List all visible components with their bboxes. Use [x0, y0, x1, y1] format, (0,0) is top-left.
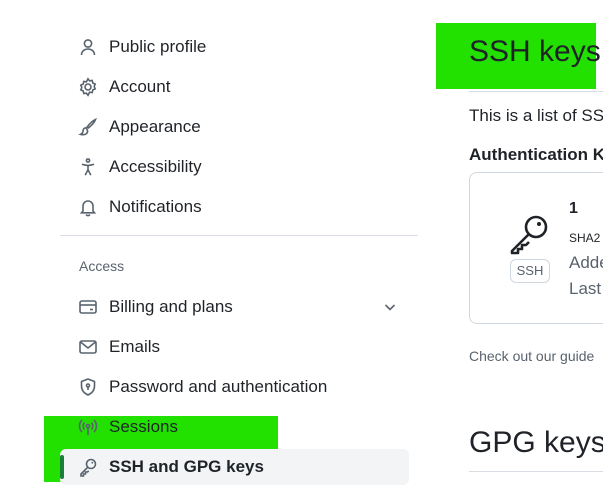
sidebar-item-ssh-and-gpg-keys[interactable]: SSH and GPG keys [60, 449, 409, 485]
gpg-keys-heading: GPG keys [469, 426, 603, 459]
ssh-key-added-date: Adde [569, 253, 603, 272]
sidebar-item-appearance[interactable]: Appearance [60, 109, 409, 145]
credit-card-icon [78, 297, 98, 317]
ssh-key-type-badge: SSH [510, 259, 550, 283]
sidebar-item-label: Notifications [109, 197, 202, 216]
title-divider [469, 91, 603, 92]
accessibility-icon [78, 157, 98, 177]
key-icon [78, 457, 98, 477]
sidebar-item-label: SSH and GPG keys [109, 457, 264, 476]
bell-icon [78, 197, 98, 217]
person-icon [78, 37, 98, 57]
active-indicator [60, 455, 64, 479]
key-icon [508, 213, 550, 255]
sidebar-item-account[interactable]: Account [60, 69, 409, 105]
sidebar-item-label: Public profile [109, 37, 207, 56]
broadcast-icon [78, 417, 98, 437]
sidebar-item-label: Sessions [109, 417, 178, 436]
sidebar-section-access-heading: Access [79, 258, 125, 274]
shield-lock-icon [78, 377, 98, 397]
ssh-key-last-used: Last [569, 279, 602, 298]
mail-icon [78, 337, 98, 357]
sidebar-divider [60, 235, 418, 236]
sidebar-item-public-profile[interactable]: Public profile [60, 29, 409, 65]
ssh-key-fingerprint: SHA2 [569, 231, 601, 245]
page-title: SSH keys [469, 35, 601, 68]
sidebar-item-label: Appearance [109, 117, 201, 136]
gpg-title-divider [469, 471, 603, 472]
sidebar-item-notifications[interactable]: Notifications [60, 189, 409, 225]
sidebar-item-accessibility[interactable]: Accessibility [60, 149, 409, 185]
sidebar-item-emails[interactable]: Emails [60, 329, 409, 365]
sidebar-item-sessions[interactable]: Sessions [60, 409, 409, 445]
chevron-down-icon[interactable] [382, 299, 398, 315]
gear-icon [78, 77, 98, 97]
sidebar-item-label: Account [109, 77, 171, 96]
ssh-key-title: 1 [569, 200, 578, 217]
sidebar-item-password-and-authentication[interactable]: Password and authentication [60, 369, 409, 405]
sidebar-item-label: Password and authentication [109, 377, 328, 396]
ssh-guide-link[interactable]: Check out our guide [469, 348, 594, 364]
authentication-keys-heading: Authentication K [469, 145, 603, 164]
sidebar-item-label: Accessibility [109, 157, 202, 176]
paintbrush-icon [78, 117, 98, 137]
sidebar-item-label: Emails [109, 337, 161, 356]
sidebar-item-billing-and-plans[interactable]: Billing and plans [60, 289, 409, 325]
sidebar-item-label: Billing and plans [109, 297, 233, 316]
ssh-intro-text: This is a list of SSI [469, 106, 603, 125]
